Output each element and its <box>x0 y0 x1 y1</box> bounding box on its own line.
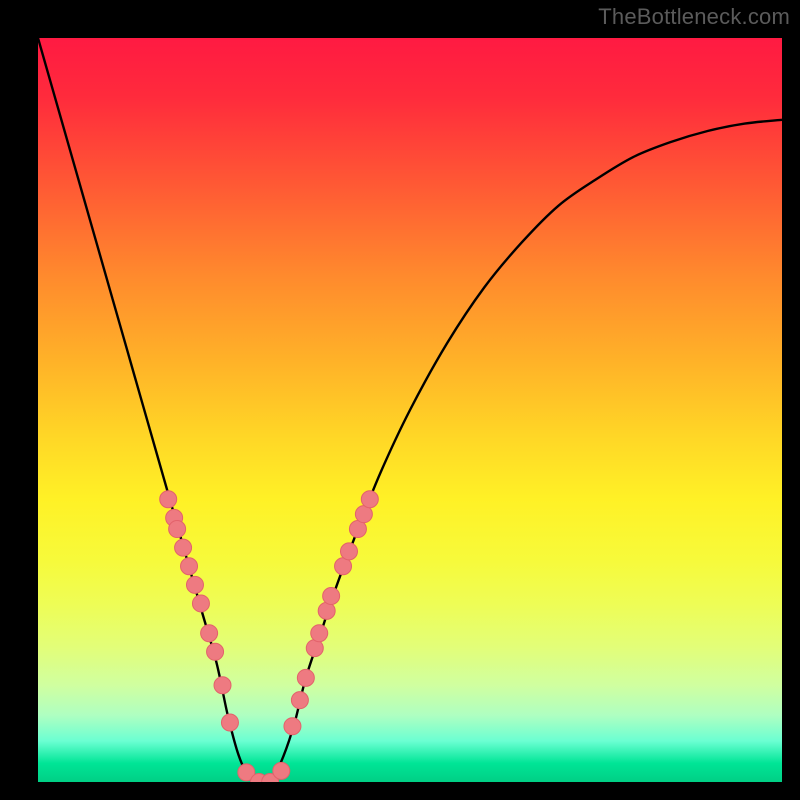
curve-dot <box>186 576 203 593</box>
curve-dot <box>361 491 378 508</box>
curve-dot <box>169 521 186 538</box>
curve-dot <box>181 558 198 575</box>
curve-dot <box>340 543 357 560</box>
curve-dot <box>214 677 231 694</box>
curve-dot <box>160 491 177 508</box>
curve-dot <box>192 595 209 612</box>
curve-layer <box>38 38 782 782</box>
curve-dot <box>311 625 328 642</box>
bottleneck-curve <box>38 38 782 782</box>
curve-dot <box>221 714 238 731</box>
watermark-label: TheBottleneck.com <box>598 4 790 30</box>
curve-dot <box>273 762 290 779</box>
plot-area <box>38 38 782 782</box>
curve-dot <box>318 602 335 619</box>
chart-container: TheBottleneck.com <box>0 0 800 800</box>
curve-dot <box>297 669 314 686</box>
curve-dot <box>201 625 218 642</box>
curve-dot <box>323 588 340 605</box>
curve-dot <box>175 539 192 556</box>
curve-dot <box>207 643 224 660</box>
curve-dot <box>291 692 308 709</box>
curve-dot <box>284 718 301 735</box>
curve-dot <box>306 640 323 657</box>
curve-dots <box>160 491 379 782</box>
